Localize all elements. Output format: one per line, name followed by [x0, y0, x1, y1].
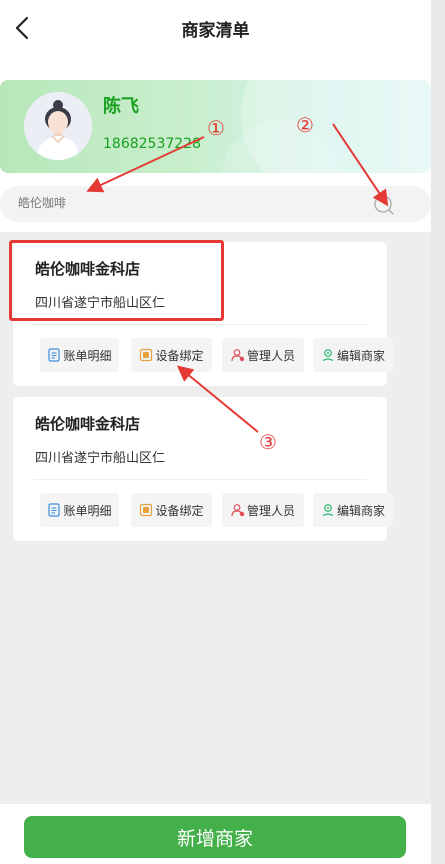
bill-icon — [48, 503, 61, 517]
shop-actions: 账单明细 设备绑定 管理人员 编辑商家 — [40, 338, 393, 372]
device-bind-button[interactable]: 设备绑定 — [131, 338, 212, 372]
search-input[interactable] — [18, 196, 348, 210]
bill-detail-button[interactable]: 账单明细 — [40, 338, 119, 372]
edit-shop-icon — [322, 504, 334, 517]
annotation-highlight-box — [9, 240, 224, 321]
action-label: 设备绑定 — [155, 348, 204, 363]
action-label: 管理人员 — [246, 503, 295, 518]
action-label: 管理人员 — [246, 348, 295, 363]
action-label: 编辑商家 — [336, 503, 385, 518]
search-icon — [374, 195, 394, 215]
action-label: 设备绑定 — [155, 503, 204, 518]
bill-icon — [48, 348, 61, 362]
device-icon — [140, 348, 153, 362]
manage-staff-button[interactable]: 管理人员 — [222, 493, 304, 527]
bill-detail-button[interactable]: 账单明细 — [40, 493, 119, 527]
page-title: 商家清单 — [181, 21, 250, 41]
shop-actions: 账单明细 设备绑定 管理人员 编辑商家 — [40, 493, 393, 527]
edit-shop-button[interactable]: 编辑商家 — [313, 493, 393, 527]
action-label: 编辑商家 — [336, 348, 385, 363]
avatar[interactable] — [24, 92, 92, 160]
staff-icon — [231, 504, 245, 517]
bottom-bar: 新增商家 — [0, 804, 431, 864]
action-label: 账单明细 — [63, 348, 112, 363]
divider — [33, 479, 367, 480]
shop-card[interactable]: 皓伦咖啡金科店 四川省遂宁市船山区仁 账单明细 设备绑定 管理人员 编辑商家 — [13, 397, 393, 541]
right-edge-strip — [431, 0, 445, 864]
search-button[interactable] — [372, 193, 396, 217]
edit-shop-icon — [322, 349, 334, 362]
user-phone: 18682537228 — [103, 136, 201, 152]
avatar-image — [24, 92, 92, 160]
manage-staff-button[interactable]: 管理人员 — [222, 338, 304, 372]
divider — [33, 324, 367, 325]
search-bar — [0, 186, 431, 222]
annotation-marker-3: ③ — [259, 430, 277, 454]
add-shop-button[interactable]: 新增商家 — [24, 816, 406, 858]
action-label: 账单明细 — [63, 503, 112, 518]
device-icon — [140, 503, 153, 517]
top-nav-bar: 商家清单 — [0, 0, 431, 58]
edit-shop-button[interactable]: 编辑商家 — [313, 338, 393, 372]
annotation-marker-1: ① — [207, 116, 225, 140]
user-name: 陈飞 — [103, 96, 139, 117]
device-bind-button[interactable]: 设备绑定 — [131, 493, 212, 527]
shop-name: 皓伦咖啡金科店 — [35, 415, 141, 433]
annotation-marker-2: ② — [296, 113, 314, 137]
shop-address: 四川省遂宁市船山区仁 — [35, 451, 166, 466]
staff-icon — [231, 349, 245, 362]
